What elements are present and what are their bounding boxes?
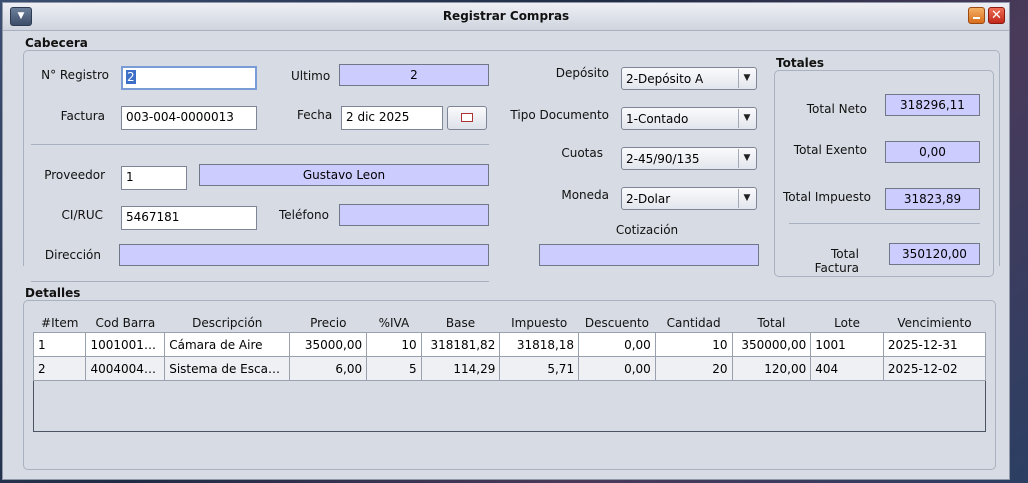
table-cell[interactable]: 10 bbox=[654, 332, 733, 357]
table-cell[interactable]: 0,00 bbox=[578, 356, 656, 381]
triangle-down-icon: ▼ bbox=[738, 69, 755, 88]
column-header[interactable]: Cantidad bbox=[655, 313, 733, 333]
table-cell[interactable]: 10 bbox=[366, 332, 422, 357]
column-header[interactable]: %IVA bbox=[366, 313, 422, 333]
proveedor-id-input[interactable]: 1 bbox=[121, 166, 187, 190]
table-cell[interactable]: 5 bbox=[366, 356, 422, 381]
detalles-title: Detalles bbox=[25, 286, 81, 300]
registrar-compras-window: ▼ Registrar Compras ✕ Cabecera N° Regist… bbox=[2, 2, 1010, 480]
ultimo-field: 2 bbox=[339, 64, 489, 86]
column-header[interactable]: Vencimiento bbox=[883, 313, 986, 333]
total-neto-label: Total Neto bbox=[806, 102, 867, 116]
column-header[interactable]: Lote bbox=[810, 313, 884, 333]
ultimo-label: Ultimo bbox=[291, 69, 331, 83]
cotizacion-label: Cotización bbox=[615, 223, 679, 237]
table-cell[interactable]: 20 bbox=[654, 356, 733, 381]
column-header[interactable]: #Item bbox=[33, 313, 86, 333]
factura-input[interactable]: 003-004-0000013 bbox=[121, 106, 257, 130]
cuotas-value: 2-45/90/135 bbox=[626, 152, 700, 166]
detalles-table: #Item Cod Barra Descripción Precio %IVA Base I… bbox=[32, 313, 987, 381]
cotizacion-field bbox=[539, 244, 759, 266]
triangle-down-icon: ▼ bbox=[738, 109, 755, 128]
table-cell[interactable]: 0,00 bbox=[578, 332, 656, 357]
direccion-field bbox=[119, 244, 489, 266]
cuotas-label: Cuotas bbox=[561, 146, 603, 160]
separator bbox=[789, 223, 980, 224]
deposito-select[interactable]: 2-Depósito A ▼ bbox=[621, 67, 757, 90]
nro-registro-value: 2 bbox=[126, 70, 136, 84]
total-factura-label: Total Factura bbox=[814, 247, 859, 275]
nro-registro-input[interactable]: 2 bbox=[121, 66, 257, 90]
column-header[interactable]: Impuesto bbox=[499, 313, 579, 333]
title-bar[interactable]: ▼ Registrar Compras ✕ bbox=[3, 3, 1009, 31]
separator bbox=[31, 144, 489, 145]
table-cell[interactable]: 1 bbox=[32, 332, 87, 357]
close-button[interactable]: ✕ bbox=[988, 7, 1005, 24]
cabecera-title: Cabecera bbox=[25, 36, 88, 50]
table-row[interactable]: 2 40040040... Sistema de Escap... 6,00 5 114,… bbox=[32, 356, 987, 381]
total-impuesto-label: Total Impuesto bbox=[783, 190, 871, 204]
ciruc-label: CI/RUC bbox=[61, 208, 103, 222]
table-cell[interactable]: 31818,18 bbox=[499, 332, 580, 357]
calendar-icon bbox=[461, 113, 473, 122]
telefono-label: Teléfono bbox=[279, 208, 329, 222]
table-cell[interactable]: 318181,82 bbox=[420, 332, 501, 357]
column-header[interactable]: Descripción bbox=[164, 313, 290, 333]
total-exento-field: 0,00 bbox=[885, 141, 980, 163]
table-cell[interactable]: 404 bbox=[810, 356, 884, 381]
fecha-input[interactable]: 2 dic 2025 bbox=[341, 106, 443, 130]
tipo-documento-label: Tipo Documento bbox=[510, 108, 609, 122]
minimize-button[interactable] bbox=[968, 7, 985, 24]
fecha-label: Fecha bbox=[297, 108, 333, 122]
table-cell[interactable]: 6,00 bbox=[289, 356, 368, 381]
cuotas-select[interactable]: 2-45/90/135 ▼ bbox=[621, 147, 757, 170]
table-cell[interactable]: 40040040... bbox=[85, 356, 166, 381]
moneda-value: 2-Dolar bbox=[626, 192, 671, 206]
table-cell[interactable]: 2 bbox=[32, 356, 87, 381]
column-header[interactable]: Descuento bbox=[578, 313, 656, 333]
column-header[interactable]: Base bbox=[421, 313, 500, 333]
column-header[interactable]: Cod Barra bbox=[85, 313, 165, 333]
table-cell[interactable]: 120,00 bbox=[731, 356, 812, 381]
moneda-select[interactable]: 2-Dolar ▼ bbox=[621, 187, 757, 210]
table-cell[interactable]: 5,71 bbox=[499, 356, 580, 381]
table-cell[interactable]: 350000,00 bbox=[731, 332, 812, 357]
totales-title: Totales bbox=[776, 56, 825, 70]
column-header[interactable]: Total bbox=[732, 313, 811, 333]
deposito-value: 2-Depósito A bbox=[626, 72, 704, 86]
table-cell[interactable]: 2025-12-31 bbox=[882, 332, 987, 357]
ciruc-input[interactable]: 5467181 bbox=[121, 206, 257, 230]
direccion-label: Dirección bbox=[44, 248, 101, 262]
table-cell[interactable]: 1001 bbox=[810, 332, 884, 357]
table-cell[interactable]: Cámara de Aire bbox=[164, 332, 291, 357]
table-cell[interactable]: Sistema de Escap... bbox=[164, 356, 291, 381]
table-cell[interactable]: 2025-12-02 bbox=[882, 356, 987, 381]
table-row[interactable]: 1 10010010... Cámara de Aire 35000,00 10 3181… bbox=[32, 332, 987, 357]
proveedor-nombre-field: Gustavo Leon bbox=[199, 164, 489, 186]
calendar-button[interactable] bbox=[447, 106, 487, 130]
total-impuesto-field: 31823,89 bbox=[885, 188, 980, 210]
total-neto-field: 318296,11 bbox=[885, 94, 980, 116]
proveedor-label: Proveedor bbox=[44, 168, 105, 182]
total-exento-label: Total Exento bbox=[793, 143, 867, 157]
telefono-field bbox=[339, 204, 489, 226]
tipo-documento-select[interactable]: 1-Contado ▼ bbox=[621, 107, 757, 130]
moneda-label: Moneda bbox=[561, 188, 609, 202]
triangle-down-icon: ▼ bbox=[738, 149, 755, 168]
nro-registro-label: N° Registro bbox=[41, 68, 109, 82]
separator bbox=[31, 281, 489, 282]
column-header[interactable]: Precio bbox=[289, 313, 367, 333]
table-cell[interactable]: 114,29 bbox=[420, 356, 501, 381]
window-title: Registrar Compras bbox=[442, 9, 570, 23]
factura-label: Factura bbox=[60, 109, 105, 123]
tipo-documento-value: 1-Contado bbox=[626, 112, 689, 126]
deposito-label: Depósito bbox=[555, 66, 609, 80]
table-cell[interactable]: 10010010... bbox=[85, 332, 166, 357]
total-factura-field: 350120,00 bbox=[889, 243, 980, 265]
triangle-down-icon: ▼ bbox=[738, 189, 755, 208]
table-cell[interactable]: 35000,00 bbox=[289, 332, 368, 357]
